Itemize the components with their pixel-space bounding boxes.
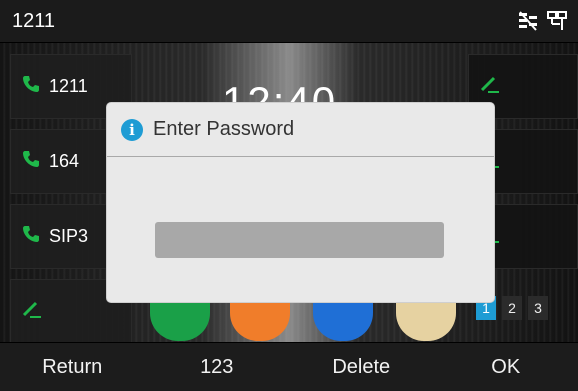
- ok-softkey[interactable]: OK: [434, 343, 578, 391]
- phone-icon: [21, 74, 41, 99]
- status-icons: [518, 10, 568, 32]
- softkey-bar: Return 123 Delete OK: [0, 342, 578, 391]
- dialog-header: i Enter Password: [107, 103, 494, 157]
- line-key-label: 164: [49, 151, 79, 172]
- status-bar: 1211: [0, 0, 578, 43]
- network-icon: [518, 10, 540, 32]
- phone-icon: [21, 149, 41, 174]
- return-softkey[interactable]: Return: [0, 343, 145, 391]
- page-2[interactable]: 2: [502, 296, 522, 320]
- dialog-title: Enter Password: [153, 118, 294, 141]
- phone-icon: [21, 224, 41, 249]
- edit-icon: [479, 73, 501, 100]
- info-icon: i: [121, 119, 143, 141]
- password-dialog: i Enter Password: [107, 103, 494, 302]
- edit-icon: [21, 298, 43, 325]
- page-3[interactable]: 3: [528, 296, 548, 320]
- password-input[interactable]: [155, 222, 444, 258]
- line-key-label: SIP3: [49, 226, 88, 247]
- delete-softkey[interactable]: Delete: [289, 343, 434, 391]
- input-mode-softkey[interactable]: 123: [145, 343, 290, 391]
- line-key-label: 1211: [49, 76, 88, 97]
- ethernet-icon: [546, 10, 568, 32]
- account-label: 1211: [12, 10, 55, 33]
